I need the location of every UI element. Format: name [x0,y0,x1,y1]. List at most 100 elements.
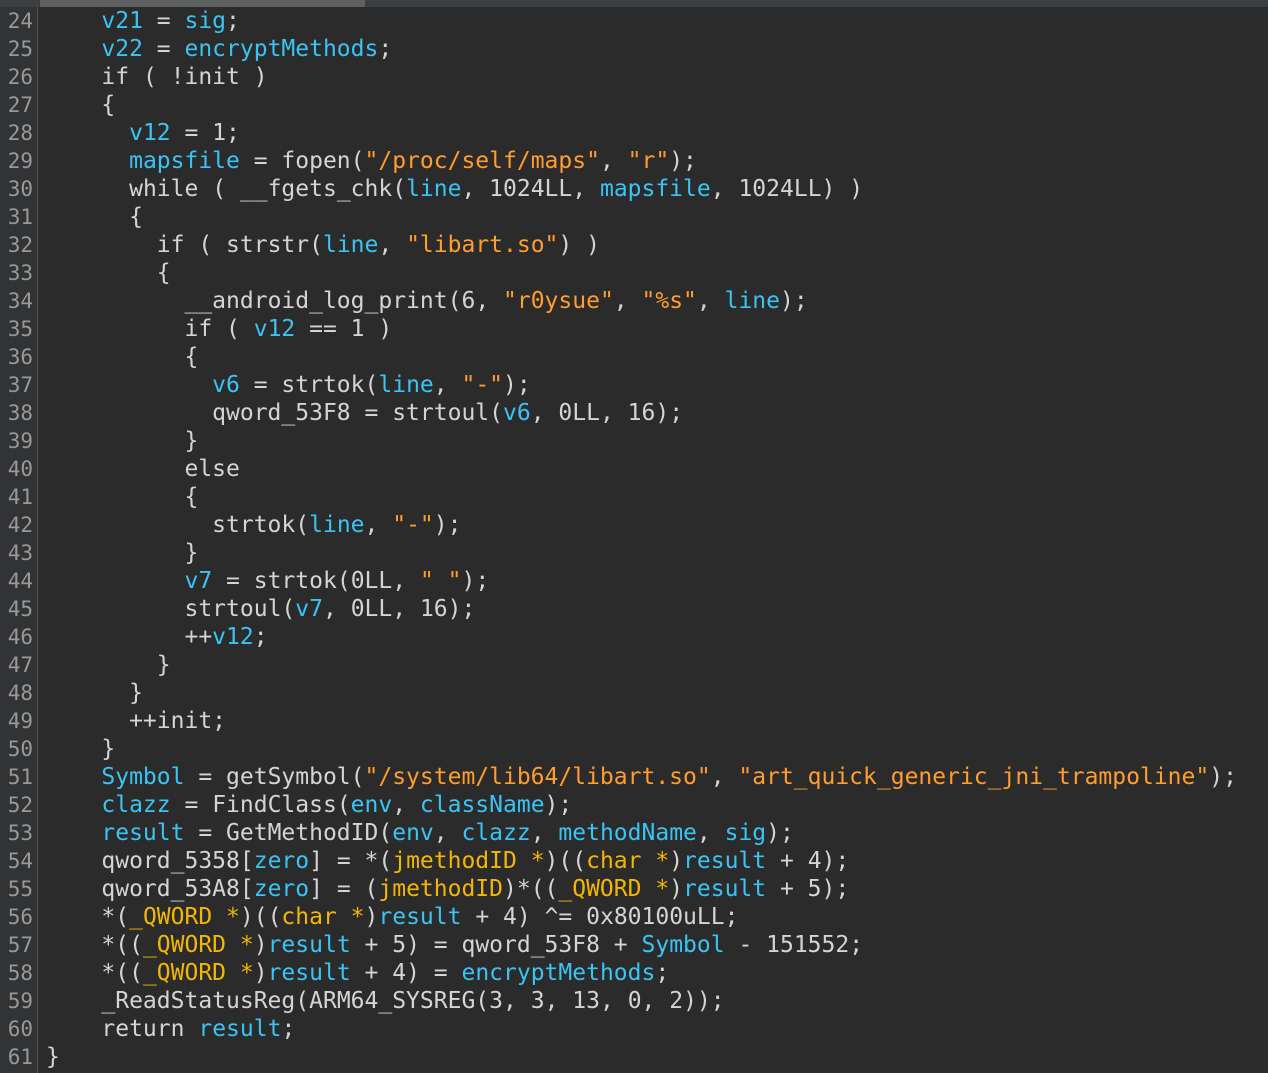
code-text[interactable]: v7 = strtok(0LL, " "); [46,567,489,595]
code-token: ( [184,232,227,258]
code-text[interactable]: strtoul(v7, 0LL, 16); [46,595,475,623]
code-token: Symbol [641,932,725,958]
code-token: ); [655,400,684,426]
code-token: line [406,176,462,202]
code-token: = [142,36,185,62]
code-text[interactable]: else [46,455,239,483]
code-text[interactable]: qword_53A8[zero] = (jmethodID)*((_QWORD … [46,875,849,903]
code-text[interactable]: __android_log_print(6, "r0ysue", "%s", l… [46,287,807,315]
code-token: , [710,176,739,202]
code-text[interactable]: v12 = 1; [46,119,240,147]
code-text[interactable]: } [46,735,115,763]
code-token: if [184,316,213,342]
code-token: { [46,92,116,118]
code-token: ; [378,36,393,62]
code-text[interactable]: { [46,203,143,231]
code-token: ) = [406,960,462,986]
code-text[interactable]: qword_5358[zero] = *(jmethodID *)((char … [46,847,849,875]
code-token: = [170,792,213,818]
code-text[interactable]: Symbol = getSymbol("/system/lib64/libart… [46,763,1237,791]
code-text[interactable]: qword_53F8 = strtoul(v6, 0LL, 16); [46,399,683,427]
pseudocode-editor[interactable]: 24 v21 = sig; 25 v22 = encryptMethods; 26 … [0,0,1268,1073]
code-text[interactable]: return result; [46,1015,295,1043]
code-text[interactable]: v21 = sig; [46,7,240,35]
code-token: ) [364,316,393,342]
code-token: v6 [503,400,531,426]
scrollbar-thumb[interactable] [40,0,365,7]
code-text[interactable]: ++v12; [46,623,267,651]
code-token: *(( [46,960,143,986]
code-token: 3 [530,988,545,1014]
code-token: v6 [212,372,240,398]
code-token: ( [295,988,310,1014]
code-token: "r0ysue" [503,288,614,314]
code-text[interactable]: if ( strstr(line, "libart.so") ) [46,231,600,259]
code-token: = [142,8,185,34]
code-text[interactable]: } [46,679,143,707]
code-text[interactable]: { [46,343,198,371]
code-token: + [766,876,808,902]
code-text[interactable]: } [46,651,171,679]
code-token: 0LL [350,596,393,622]
code-text[interactable]: strtok(line, "-"); [46,511,461,539]
code-text[interactable]: clazz = FindClass(env, className); [46,791,572,819]
code-token: ( [378,820,393,846]
code-token: )(( [239,904,282,930]
code-text[interactable]: { [46,483,198,511]
code-token: 3 [489,988,504,1014]
code-text[interactable]: { [46,91,115,119]
code-token: ; [724,904,739,930]
code-token: FindClass [212,792,337,818]
code-token: } [46,652,171,678]
code-token: result [267,932,351,958]
horizontal-scrollbar[interactable] [0,0,1268,7]
code-token: strtok [253,568,337,594]
code-token: *( [46,904,130,930]
code-token: } [46,680,143,706]
code-text[interactable]: *(_QWORD *)((char *)result + 4) ^= 0x801… [46,903,738,931]
code-text[interactable]: result = GetMethodID(env, clazz, methodN… [46,819,793,847]
code-text[interactable]: } [46,539,198,567]
code-text[interactable]: if ( v12 == 1 ) [46,315,392,343]
code-token: init [184,64,240,90]
code-token: ); [433,512,462,538]
code-token: = [184,764,227,790]
code-text[interactable]: mapsfile = fopen("/proc/self/maps", "r")… [46,147,697,175]
code-token: 16 [419,596,448,622]
code-text[interactable]: { [46,259,171,287]
code-token: ++ [46,708,157,734]
code-text[interactable]: v22 = encryptMethods; [46,35,392,63]
line-number: 27 [7,93,33,117]
code-text[interactable]: } [46,427,198,455]
code-token: clazz [461,820,531,846]
code-token: { [46,260,171,286]
code-text[interactable]: ++init; [46,707,226,735]
code-token: { [46,344,199,370]
code-token: result [198,1016,282,1042]
code-text[interactable]: *((_QWORD *)result + 4) = encryptMethods… [46,959,669,987]
code-token: ; [655,960,670,986]
code-text[interactable]: while ( __fgets_chk(line, 1024LL, mapsfi… [46,175,863,203]
line-number: 40 [7,457,33,481]
code-text[interactable]: v6 = strtok(line, "-"); [46,371,531,399]
code-text[interactable]: } [46,1043,60,1071]
code-token: ); [461,568,490,594]
code-token: qword_53F8 [212,400,351,426]
code-text[interactable]: *((_QWORD *)result + 5) = qword_53F8 + S… [46,931,863,959]
line-number: 43 [7,541,33,565]
code-text[interactable]: if ( !init ) [46,63,267,91]
code-token: )*(( [503,876,559,902]
code-token: result [683,848,767,874]
code-token: ( [281,596,296,622]
code-token: , [710,764,739,790]
code-token: className [419,792,545,818]
code-token: , [613,288,642,314]
code-token: fopen [281,148,351,174]
code-text[interactable]: _ReadStatusReg(ARM64_SYSREG(3, 3, 13, 0,… [46,987,724,1015]
code-token: , [599,148,628,174]
line-number: 25 [7,37,33,61]
code-token: strtok [212,512,296,538]
